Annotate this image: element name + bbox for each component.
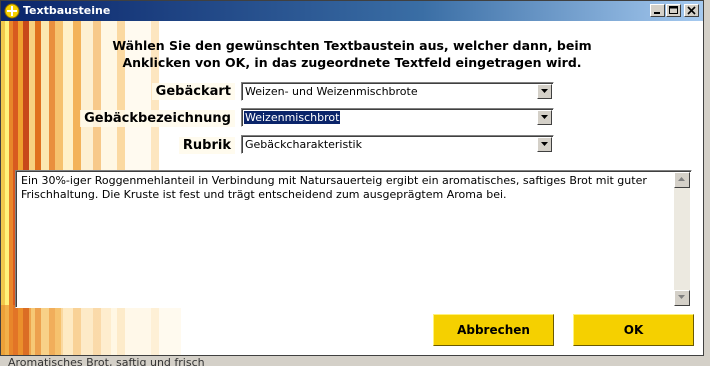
maximize-icon — [669, 6, 678, 14]
title-bar[interactable]: Textbausteine — [1, 1, 703, 21]
gebaeckbezeichnung-value: Weizenmischbrot — [242, 110, 342, 125]
gebaeckart-label: Gebäckart — [151, 83, 235, 100]
gebaeckart-dropdown-button[interactable] — [537, 84, 552, 99]
close-button[interactable] — [684, 4, 699, 17]
close-icon — [687, 6, 696, 15]
app-icon — [4, 3, 20, 19]
gebaeckbezeichnung-label: Gebäckbezeichnung — [80, 110, 235, 127]
cancel-button[interactable]: Abbrechen — [433, 314, 554, 346]
gebaeckbezeichnung-dropdown-button[interactable] — [537, 110, 552, 125]
maximize-button[interactable] — [666, 4, 681, 17]
gebaeckart-value: Weizen- und Weizenmischbrote — [245, 85, 418, 98]
textbausteine-dialog: Textbausteine Wählen Sie den gewünschten… — [0, 0, 704, 356]
scroll-down-button[interactable] — [674, 290, 690, 306]
instruction-text: Wählen Sie den gewünschten Textbaustein … — [1, 37, 703, 71]
text-content: Ein 30%-iger Roggenmehlanteil in Verbind… — [21, 174, 647, 201]
minimize-icon — [654, 12, 660, 14]
rubrik-value: Gebäckcharakteristik — [245, 138, 362, 151]
chevron-down-icon — [541, 89, 548, 93]
gebaeckbezeichnung-select[interactable]: Weizenmischbrot — [241, 108, 554, 127]
ok-button[interactable]: OK — [573, 314, 694, 346]
text-content-area[interactable]: Ein 30%-iger Roggenmehlanteil in Verbind… — [15, 170, 692, 308]
rubrik-select[interactable]: Gebäckcharakteristik — [241, 135, 554, 154]
instruction-line-2: Anklicken von OK, in das zugeordnete Tex… — [122, 55, 582, 70]
instruction-line-1: Wählen Sie den gewünschten Textbaustein … — [112, 38, 592, 53]
scroll-up-button[interactable] — [674, 172, 690, 188]
minimize-button[interactable] — [650, 4, 665, 17]
chevron-down-icon — [678, 295, 685, 299]
background-partial-text: Aromatisches Brot, saftig und frisch — [8, 356, 205, 366]
chevron-up-icon — [678, 177, 685, 181]
chevron-down-icon — [541, 142, 548, 146]
vertical-scrollbar[interactable] — [674, 172, 690, 306]
gebaeckart-select[interactable]: Weizen- und Weizenmischbrote — [241, 82, 554, 101]
chevron-down-icon — [541, 115, 548, 119]
rubrik-label: Rubrik — [178, 137, 235, 154]
window-title: Textbausteine — [23, 4, 111, 17]
rubrik-dropdown-button[interactable] — [537, 137, 552, 152]
